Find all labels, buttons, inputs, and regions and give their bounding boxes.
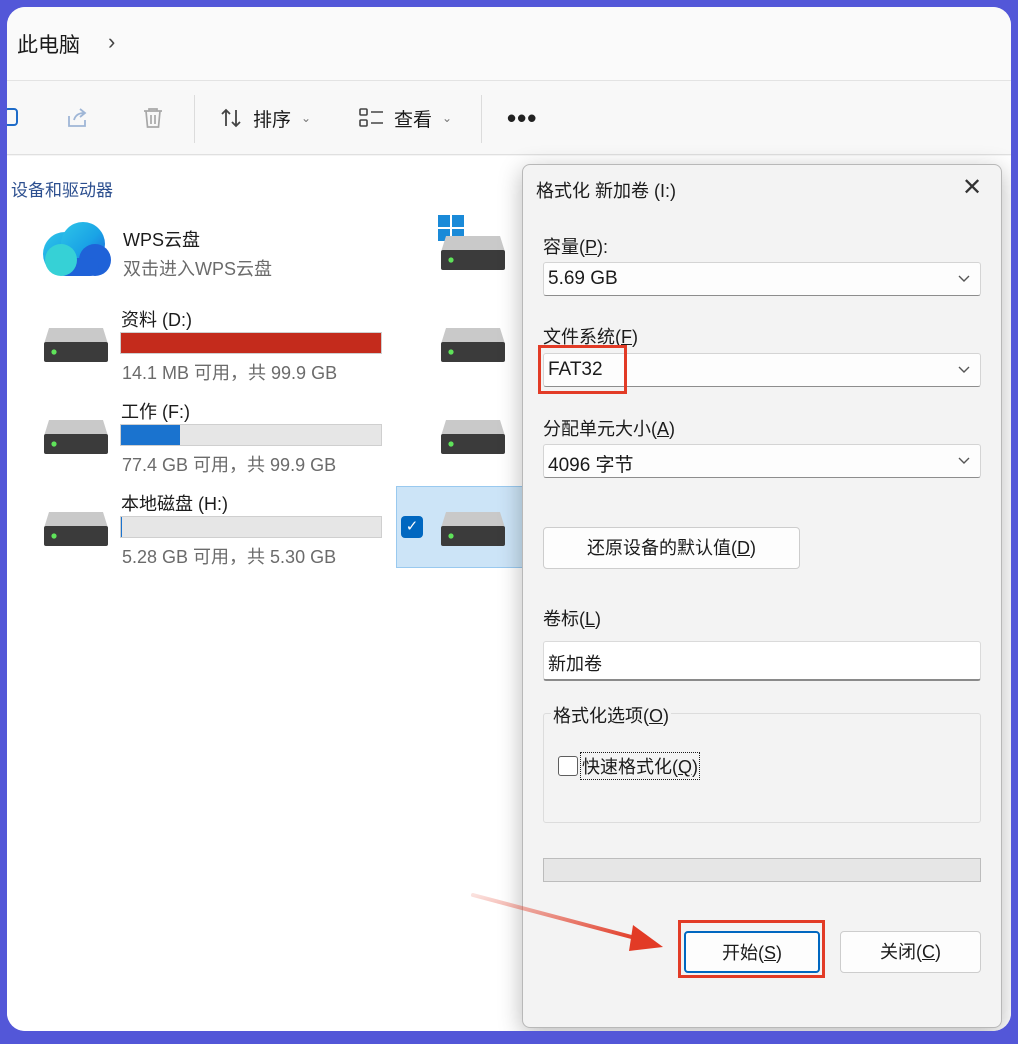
drive-name: 本地磁盘 (H:) xyxy=(121,494,228,514)
drive-icon xyxy=(441,512,505,546)
allocation-label: 分配单元大小(A) xyxy=(543,419,676,439)
share-icon[interactable] xyxy=(65,105,91,131)
breadcrumb-this-pc[interactable]: 此电脑 xyxy=(17,29,80,59)
drive-icon xyxy=(44,420,108,454)
toolbar-divider xyxy=(481,95,482,143)
wps-cloud-name: WPS云盘 xyxy=(123,230,201,250)
drive-name: 工作 (F:) xyxy=(121,402,190,422)
chevron-down-icon xyxy=(958,457,970,464)
drive-usage-text: 14.1 MB 可用，共 99.9 GB xyxy=(122,363,338,383)
drive-name: 资料 (D:) xyxy=(121,310,192,330)
sort-button[interactable]: 排序 ⌄ xyxy=(219,101,311,135)
drive-icon xyxy=(44,328,108,362)
view-icon xyxy=(359,108,383,127)
volume-label-value: 新加卷 xyxy=(548,654,602,674)
drive-usage-text: 77.4 GB 可用，共 99.9 GB xyxy=(122,455,337,475)
drive-icon[interactable] xyxy=(440,232,506,272)
drive-icon[interactable] xyxy=(440,324,506,364)
view-label: 查看 xyxy=(394,109,433,131)
format-progress-bar xyxy=(543,858,981,882)
volume-label-input[interactable]: 新加卷 xyxy=(543,641,981,681)
drive-usage-bar xyxy=(120,516,382,538)
usage-fill xyxy=(121,517,123,537)
chevron-down-icon: ⌄ xyxy=(442,111,453,125)
filesystem-highlight-box xyxy=(538,345,627,394)
allocation-value: 4096 字节 xyxy=(548,455,634,476)
breadcrumb-chevron-icon[interactable]: › xyxy=(108,29,115,55)
address-bar: 此电脑 › xyxy=(7,7,1011,81)
format-options-legend: 格式化选项(O) xyxy=(551,702,672,728)
drive-usage-text: 5.28 GB 可用，共 5.30 GB xyxy=(122,547,337,567)
delete-icon[interactable] xyxy=(140,105,166,131)
dialog-title: 格式化 新加卷 (I:) xyxy=(536,181,676,201)
command-bar: 排序 ⌄ 查看 ⌄ ••• xyxy=(7,81,1011,155)
start-button-highlight-box xyxy=(678,920,825,978)
section-title[interactable]: 设备和驱动器 xyxy=(11,176,113,201)
toolbar-divider xyxy=(194,95,195,143)
allocation-select[interactable]: 4096 字节 xyxy=(543,444,981,478)
drive-icon xyxy=(44,512,108,546)
chevron-down-icon xyxy=(958,275,970,282)
usage-fill xyxy=(121,333,381,353)
annotation-arrow-icon xyxy=(471,893,663,951)
close-button[interactable]: 关闭(C) xyxy=(840,931,981,973)
chevron-down-icon xyxy=(958,366,970,373)
screenshot-frame: 此电脑 › 排序 ⌄ 查看 ⌄ ••• 设备和驱动器 WPS云盘 双击进入WPS… xyxy=(7,7,1011,1031)
close-icon[interactable]: ✕ xyxy=(955,171,989,205)
capacity-value: 5.69 GB xyxy=(548,268,618,289)
drive-usage-bar xyxy=(120,424,382,446)
volume-label-label: 卷标(L) xyxy=(543,609,602,629)
sort-icon xyxy=(221,108,241,128)
sort-label: 排序 xyxy=(253,109,292,131)
quick-format-label[interactable]: 快速格式化(Q) xyxy=(579,752,701,780)
checkmark-icon[interactable]: ✓ xyxy=(401,516,423,538)
chevron-down-icon: ⌄ xyxy=(301,111,312,125)
view-button[interactable]: 查看 ⌄ xyxy=(358,101,452,135)
drive-usage-bar xyxy=(120,332,382,354)
capacity-select[interactable]: 5.69 GB xyxy=(543,262,981,296)
copy-icon[interactable] xyxy=(7,105,27,131)
more-options-button[interactable]: ••• xyxy=(507,103,537,134)
cloud-icon xyxy=(43,222,111,276)
capacity-label: 容量(P): xyxy=(543,237,609,257)
drive-icon[interactable] xyxy=(440,416,506,456)
quick-format-checkbox[interactable] xyxy=(558,756,578,776)
restore-defaults-button[interactable]: 还原设备的默认值(D) xyxy=(543,527,800,569)
wps-cloud-subtitle: 双击进入WPS云盘 xyxy=(123,259,273,279)
usage-fill xyxy=(121,425,180,445)
